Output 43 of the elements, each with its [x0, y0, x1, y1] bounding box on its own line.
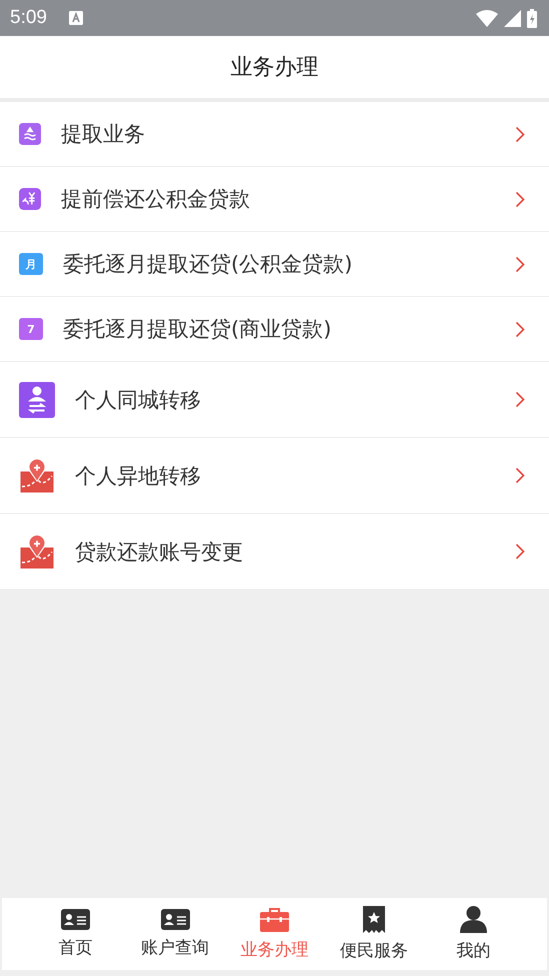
calendar-icon: 月 [19, 253, 43, 275]
wifi-icon [476, 10, 498, 26]
calendar-icon: 7 [19, 318, 43, 340]
person-transfer-icon [19, 382, 55, 418]
clock: 5:09 [10, 7, 47, 29]
menu-item[interactable]: 7 委托逐月提取还贷(商业贷款) [0, 297, 549, 362]
nav-tab[interactable]: 便民服务 [324, 898, 424, 970]
menu-item[interactable]: 个人同城转移 [0, 362, 549, 438]
nav-tab[interactable]: 我的 [424, 898, 524, 970]
yuan-return-icon [19, 188, 41, 210]
briefcase-icon [260, 907, 289, 932]
chevron-right-icon [515, 467, 525, 484]
chevron-right-icon [515, 391, 525, 408]
withdraw-icon [19, 123, 41, 145]
menu-item-label: 个人异地转移 [75, 462, 202, 490]
nav-tab[interactable]: 首页 [26, 898, 126, 970]
chevron-right-icon [515, 126, 525, 142]
nav-tab[interactable]: 账户查询 [125, 898, 225, 970]
bookmark-star-icon [362, 906, 385, 933]
menu-item[interactable]: 提前偿还公积金贷款 [0, 167, 549, 232]
id-card-icon [160, 909, 190, 930]
menu-item-label: 贷款还款账号变更 [75, 538, 244, 566]
menu-item[interactable]: 贷款还款账号变更 [0, 514, 549, 590]
menu-item-label: 个人同城转移 [75, 386, 202, 414]
menu-item-label: 提取业务 [61, 121, 146, 148]
menu-item[interactable]: 月 委托逐月提取还贷(公积金贷款) [0, 232, 549, 297]
menu-item-label: 委托逐月提取还贷(公积金贷款) [63, 251, 354, 278]
map-pin-icon [19, 534, 55, 570]
id-card-icon [61, 909, 90, 930]
keyboard-indicator-icon [68, 11, 83, 25]
map-pin-icon [19, 458, 55, 494]
chevron-right-icon [515, 256, 525, 272]
chevron-right-icon [515, 190, 525, 208]
menu-item-label: 委托逐月提取还贷(商业贷款) [63, 316, 332, 343]
menu-item[interactable]: 提取业务 [0, 102, 549, 167]
chevron-right-icon [515, 543, 525, 560]
page-title: 业务办理 [230, 54, 318, 82]
menu-item-label: 提前偿还公积金贷款 [61, 186, 251, 213]
menu-item[interactable]: 个人异地转移 [0, 438, 549, 514]
battery-icon [527, 8, 537, 28]
signal-icon [504, 10, 521, 26]
user-icon [460, 906, 487, 933]
chevron-right-icon [515, 320, 525, 338]
